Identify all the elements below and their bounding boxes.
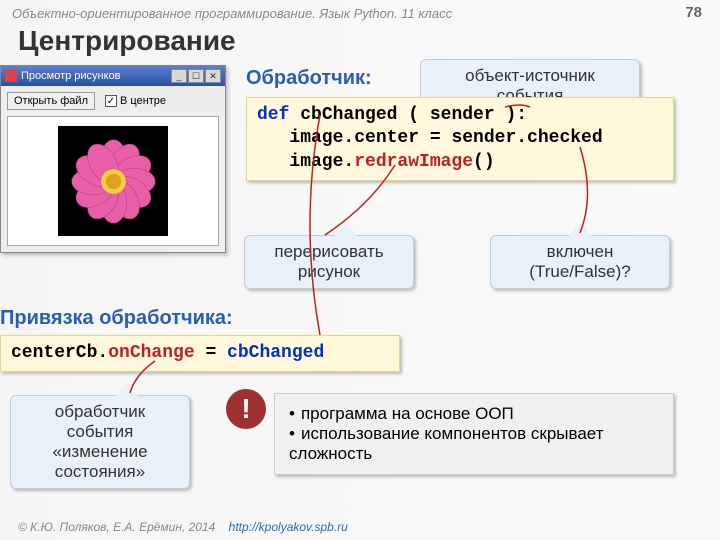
center-checkbox[interactable]: ✓ В центре — [105, 95, 166, 107]
flower-image — [58, 126, 168, 236]
page-number: 78 — [685, 4, 702, 21]
minimize-icon[interactable]: _ — [171, 69, 187, 83]
oop-item-2: использование компонентов скрывает сложн… — [289, 424, 659, 464]
image-canvas — [7, 116, 219, 246]
binding-label: Привязка обработчика: — [0, 307, 233, 330]
callout-redraw: перерисовать рисунок — [244, 235, 414, 289]
window-titlebar: Просмотр рисунков _ ☐ ✕ — [1, 66, 225, 86]
callout-checked: включен (True/False)? — [490, 235, 670, 289]
binding-code: centerCb.onChange = cbChanged — [0, 335, 400, 372]
callout-handler-desc: обработчик события «изменение состояния» — [10, 395, 190, 489]
footer-authors: © К.Ю. Поляков, Е.А. Ерёмин, 2014 — [18, 520, 215, 534]
handler-code: def cbChanged ( sender ): image.center =… — [246, 97, 674, 181]
exclamation-icon: ! — [226, 389, 266, 429]
footer: © К.Ю. Поляков, Е.А. Ерёмин, 2014 http:/… — [18, 520, 348, 534]
handler-label: Обработчик: — [246, 67, 372, 90]
window-title-text: Просмотр рисунков — [21, 70, 121, 82]
footer-url: http://kpolyakov.spb.ru — [229, 520, 348, 534]
open-file-button[interactable]: Открыть файл — [7, 92, 95, 110]
close-icon[interactable]: ✕ — [205, 69, 221, 83]
oop-item-1: программа на основе ООП — [289, 404, 659, 424]
maximize-icon[interactable]: ☐ — [188, 69, 204, 83]
checkbox-icon: ✓ — [105, 95, 117, 107]
course-header: Объектно-ориентированное программировани… — [0, 0, 720, 23]
oop-summary-box: программа на основе ООП использование ко… — [274, 393, 674, 475]
window-controls: _ ☐ ✕ — [171, 69, 221, 83]
image-viewer-window: Просмотр рисунков _ ☐ ✕ Открыть файл ✓ В… — [0, 65, 226, 253]
app-icon — [5, 70, 17, 82]
checkbox-label: В центре — [120, 95, 166, 107]
